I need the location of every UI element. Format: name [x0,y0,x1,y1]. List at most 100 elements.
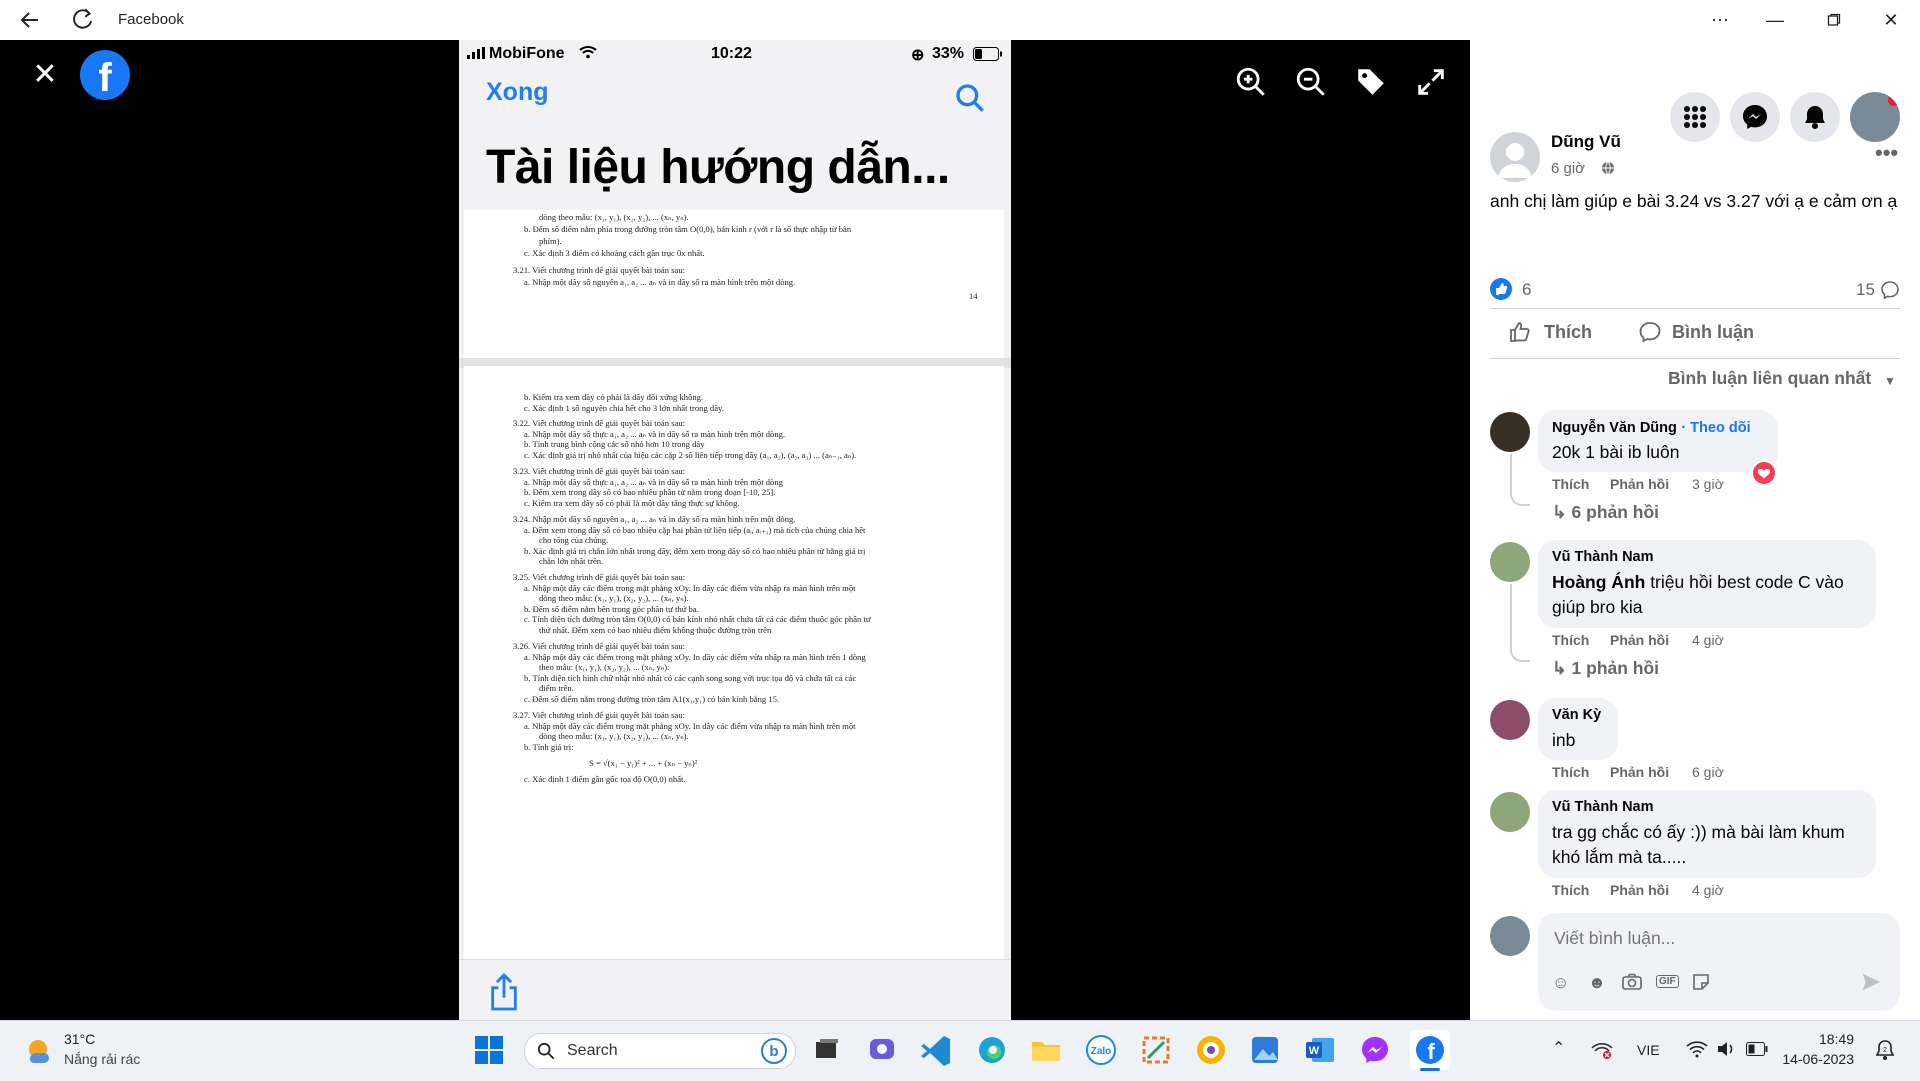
doc-line: a. Nhập một dãy số nguyên a₁, a₂ ... aₙ … [524,277,796,287]
commenter-name[interactable]: Vũ Thành Nam [1552,799,1654,815]
facebook-logo-icon[interactable]: f [80,50,130,100]
camera-icon[interactable] [1622,973,1642,996]
more-options-icon[interactable]: ⋯ [1700,8,1740,32]
windows-start-icon[interactable] [474,1035,504,1070]
clock-time[interactable]: 18:49 [1788,1031,1854,1047]
reaction-count[interactable]: 6 [1522,280,1531,300]
profile-avatar[interactable] [1850,92,1900,142]
refresh-icon[interactable] [70,6,98,34]
commenter-name[interactable]: Vũ Thành Nam [1552,549,1654,565]
comment-reply-link[interactable]: Phản hồi [1610,764,1669,780]
carrier-name: MobiFone [489,45,565,62]
weather-icon[interactable] [22,1033,56,1072]
commenter-avatar[interactable] [1490,542,1530,582]
post-options-icon[interactable]: ••• [1875,140,1898,166]
vscode-icon[interactable] [916,1030,956,1070]
comment-time[interactable]: 4 giờ [1692,882,1724,898]
volume-icon[interactable] [1716,1040,1736,1063]
send-icon[interactable] [1860,971,1882,998]
post-author[interactable]: Dũng Vũ [1551,132,1621,152]
close-viewer-icon[interactable]: ✕ [30,60,60,90]
post-text: anh chị làm giúp e bài 3.24 vs 3.27 với … [1490,191,1898,211]
sticker-icon[interactable] [1692,973,1710,996]
comment-input[interactable] [1552,923,1876,953]
avatar-sticker-icon[interactable]: ☺ [1552,973,1569,993]
tag-icon[interactable] [1354,65,1388,99]
network-disconnected-icon[interactable] [1590,1040,1614,1065]
doc-line: c. Kiểm tra xem dãy số có phải là một dã… [524,498,740,508]
comment-reply-link[interactable]: Phản hồi [1610,632,1669,648]
chevron-up-icon[interactable]: ⌃ [1552,1038,1565,1058]
wifi-status-icon[interactable] [1686,1040,1708,1063]
minimize-button[interactable]: — [1755,8,1795,32]
title-bar: Facebook ⋯ — ✕ [0,0,1920,40]
view-replies-link[interactable]: ↳ 1 phản hồi [1552,658,1659,679]
comment-reply-link[interactable]: Phản hồi [1610,882,1669,898]
post-time[interactable]: 6 giờ [1551,160,1585,177]
zoom-in-icon[interactable] [1234,65,1268,99]
task-view-icon[interactable] [806,1030,846,1070]
fullscreen-icon[interactable] [1414,65,1448,99]
messenger-icon[interactable] [1730,92,1780,142]
zalo-icon[interactable]: Zalo [1081,1030,1121,1070]
heart-reaction-icon[interactable] [1751,460,1777,486]
doc-line: b. Đếm số điểm nằm bên trong góc phần tư… [524,604,699,614]
comment-sort-dropdown[interactable]: Bình luận liên quan nhất [1668,368,1871,389]
commenter-name[interactable]: Văn Kỳ [1552,707,1601,723]
comment-like-link[interactable]: Thích [1552,476,1589,492]
battery-percent: 33% [932,45,965,62]
doc-line: b. Đếm số điểm nằm phía trong đường tròn… [524,224,852,234]
doc-line: 3.24. Nhập một dãy số nguyên a₁, a₂ ... … [513,514,796,524]
chevron-down-icon[interactable]: ▼ [1884,374,1896,388]
comment-count-icon [1880,280,1900,305]
view-replies-link[interactable]: ↳ 6 phản hồi [1552,502,1659,523]
bing-icon[interactable]: b [761,1038,787,1064]
comment-count[interactable]: 15 [1856,280,1875,300]
file-explorer-icon[interactable] [1026,1030,1066,1070]
weather-temp[interactable]: 31°C [64,1031,95,1047]
comment-time[interactable]: 4 giờ [1692,632,1724,648]
commenter-avatar[interactable] [1490,700,1530,740]
taskbar-search[interactable]: Search b [524,1033,796,1069]
commenter-avatar[interactable] [1490,412,1530,452]
follow-link[interactable]: · Theo dõi [1681,420,1750,436]
comment-like-link[interactable]: Thích [1552,882,1589,898]
doc-line: c. Xác định 3 điểm có khoảng cách gần tr… [524,248,705,258]
comment-reply-link[interactable]: Phản hồi [1610,476,1669,492]
document-page: b. Kiểm tra xem dãy có phải là dãy đối x… [464,366,1004,959]
author-avatar[interactable] [1490,132,1540,182]
maximize-button[interactable] [1814,8,1854,32]
word-icon[interactable]: W [1300,1030,1340,1070]
comment-like-link[interactable]: Thích [1552,632,1589,648]
battery-status-icon[interactable] [1746,1042,1768,1061]
input-language[interactable]: VIE [1637,1042,1660,1058]
comment-like-link[interactable]: Thích [1552,764,1589,780]
back-arrow-icon[interactable] [18,8,46,32]
doc-line: 3.25. Viết chương trình để giải quyết bà… [513,572,686,582]
clock-date[interactable]: 14-06-2023 [1776,1051,1854,1067]
emoji-icon[interactable]: ☻ [1588,973,1606,993]
gif-icon[interactable]: GIF [1656,975,1679,988]
messenger-app-icon[interactable] [1355,1030,1395,1070]
browser-app-icon[interactable] [1191,1030,1231,1070]
snipping-tool-icon[interactable] [1136,1030,1176,1070]
mentioned-user[interactable]: Hoàng Ánh [1552,572,1645,592]
replies-count: 1 phản hồi [1571,658,1660,678]
notification-center-icon[interactable]: 2 [1874,1038,1896,1067]
comment-time[interactable]: 6 giờ [1692,764,1724,780]
edge-icon[interactable] [972,1030,1012,1070]
commenter-avatar[interactable] [1490,792,1530,832]
photos-icon[interactable] [1245,1030,1285,1070]
close-window-button[interactable]: ✕ [1871,8,1911,32]
notifications-bell-icon[interactable] [1790,92,1840,142]
zoom-out-icon[interactable] [1294,65,1328,99]
doc-line: S = √(x₁ − y₁)² + ... + (xₙ − yₙ)² [589,758,698,768]
menu-grid-icon[interactable] [1670,92,1720,142]
comment-composer[interactable]: ☺ ☻ GIF [1538,913,1900,1011]
weather-desc[interactable]: Nắng rải rác [64,1051,140,1067]
facebook-app-icon[interactable]: f [1410,1030,1450,1071]
my-avatar[interactable] [1490,916,1530,956]
commenter-name[interactable]: Nguyễn Văn Dũng [1552,420,1677,436]
comment-time[interactable]: 3 giờ [1692,476,1724,492]
chat-app-icon[interactable] [862,1030,902,1070]
